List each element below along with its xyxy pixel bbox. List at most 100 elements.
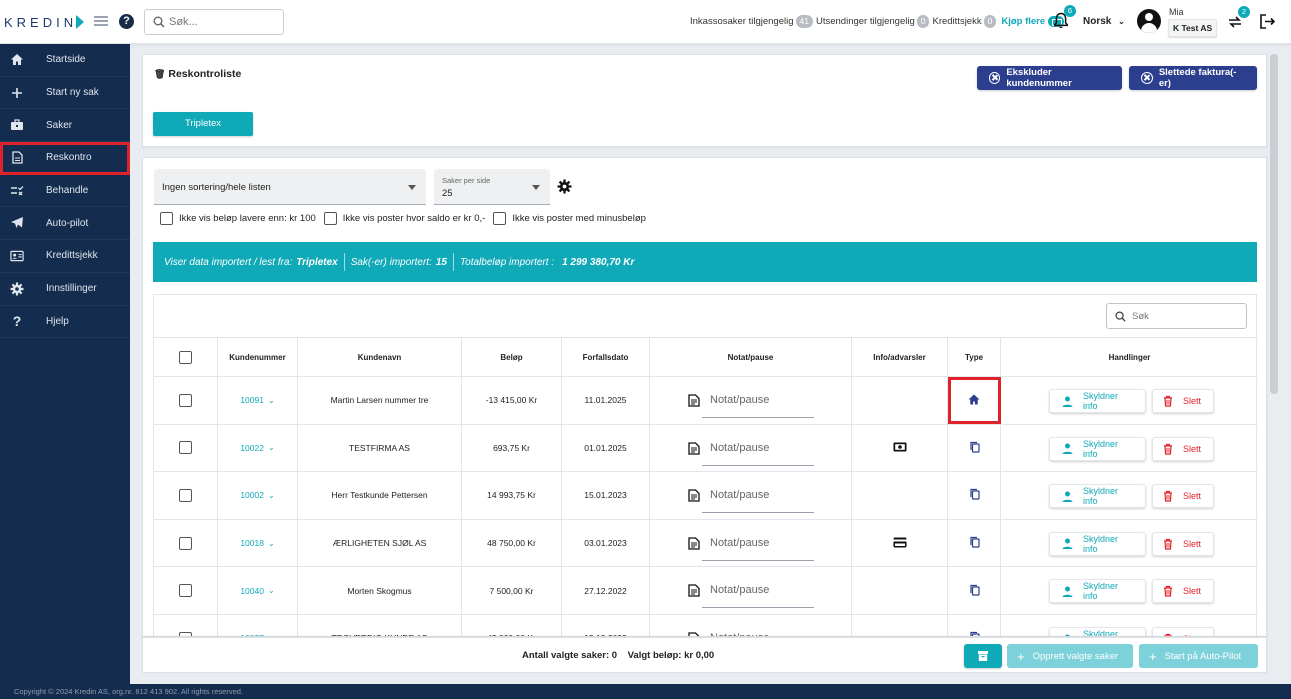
settings-gear-icon[interactable] bbox=[557, 179, 572, 194]
note-input[interactable]: Notat/pause bbox=[702, 578, 814, 609]
note-input[interactable]: Notat/pause bbox=[702, 388, 814, 418]
search-icon bbox=[1115, 310, 1126, 322]
note-input[interactable]: Notat/pause bbox=[702, 483, 814, 514]
customer-number-link[interactable]: 10040 bbox=[240, 586, 264, 596]
top-search-input[interactable] bbox=[169, 16, 269, 28]
delete-button[interactable]: Slett bbox=[1152, 531, 1214, 556]
customer-number-cell[interactable]: 10027⌄ bbox=[218, 615, 298, 636]
sort-select[interactable]: Ingen sortering/hele listen bbox=[154, 169, 426, 205]
customer-number-cell[interactable]: 10002 ⌄ bbox=[218, 472, 298, 519]
row-checkbox[interactable] bbox=[179, 584, 192, 598]
checkbox[interactable] bbox=[160, 212, 173, 225]
note-document-icon bbox=[688, 394, 700, 407]
delete-button[interactable]: Slett bbox=[1152, 579, 1214, 604]
debtor-info-button[interactable]: Skyldner info bbox=[1049, 484, 1146, 509]
customer-number-cell[interactable]: 10040 ⌄ bbox=[218, 567, 298, 614]
filter-negative[interactable]: Ikke vis poster med minusbeløp bbox=[493, 212, 646, 225]
type-cell bbox=[948, 615, 1001, 636]
customer-number-cell[interactable]: 10022 ⌄ bbox=[218, 424, 298, 472]
customer-name-cell: Herr Testkunde Pettersen bbox=[298, 472, 462, 519]
import-info-banner: Viser data importert / lest fra: Triplet… bbox=[153, 242, 1257, 282]
page-scrollbar[interactable] bbox=[1270, 54, 1278, 394]
delete-button[interactable]: Slett bbox=[1152, 436, 1214, 461]
row-checkbox[interactable] bbox=[179, 536, 192, 550]
chevron-down-icon[interactable]: ⌄ bbox=[268, 491, 275, 500]
help-icon[interactable]: ? bbox=[119, 14, 134, 29]
language-select[interactable]: Norsk ⌄ bbox=[1083, 16, 1125, 27]
chevron-down-icon[interactable]: ⌄ bbox=[268, 396, 275, 405]
row-checkbox[interactable] bbox=[179, 441, 192, 455]
tab-tripletex[interactable]: Tripletex bbox=[153, 112, 253, 136]
delete-label: Slett bbox=[1182, 491, 1201, 502]
per-page-select[interactable]: Saker per side 25 bbox=[434, 169, 550, 205]
logout-icon[interactable] bbox=[1259, 13, 1276, 30]
avatar[interactable] bbox=[1137, 9, 1161, 33]
chevron-down-icon[interactable]: ⌄ bbox=[268, 586, 275, 595]
delete-button[interactable]: Slett bbox=[1152, 484, 1214, 509]
debtor-info-button[interactable]: Skyldner info bbox=[1049, 579, 1146, 604]
debtor-info-button[interactable]: Skyldner info bbox=[1049, 627, 1146, 636]
customer-number-link[interactable]: 10018 bbox=[240, 538, 264, 548]
exclude-customer-button[interactable]: Ekskluder kundenummer bbox=[977, 66, 1122, 90]
note-input[interactable]: Notat/pause bbox=[702, 436, 814, 466]
filter-zero-balance[interactable]: Ikke vis poster hvor saldo er kr 0,- bbox=[323, 212, 485, 225]
chevron-down-icon[interactable]: ⌄ bbox=[268, 443, 275, 452]
home-icon[interactable] bbox=[968, 394, 980, 407]
note-input[interactable]: Notat/pause bbox=[702, 531, 814, 561]
sidebar-item-kredittsjekk[interactable]: Kredittsjekk bbox=[0, 240, 130, 273]
company-chip[interactable]: K Test AS bbox=[1168, 19, 1218, 37]
money-icon[interactable] bbox=[893, 442, 907, 454]
debtor-info-button[interactable]: Skyldner info bbox=[1049, 389, 1146, 413]
sidebar-item-auto-pilot[interactable]: Auto-pilot bbox=[0, 207, 130, 241]
sidebar-item-startside[interactable]: Startside bbox=[0, 44, 130, 77]
sidebar-item-label: Saker bbox=[46, 119, 73, 131]
checkbox[interactable] bbox=[323, 212, 337, 225]
sidebar-item-hjelp[interactable]: ? Hjelp bbox=[0, 306, 130, 339]
customer-number-link[interactable]: 10022 bbox=[240, 443, 264, 453]
row-checkbox[interactable] bbox=[179, 488, 192, 502]
select-all-checkbox[interactable] bbox=[179, 350, 192, 364]
sidebar-item-behandle[interactable]: Behandle bbox=[0, 175, 130, 208]
sidebar-item-start-ny-sak[interactable]: Start ny sak bbox=[0, 77, 130, 110]
note-input[interactable]: Notat/pause bbox=[702, 626, 814, 636]
copy-icon[interactable] bbox=[969, 584, 980, 598]
stat-kredittsjekk-label: Kredittsjekk bbox=[932, 16, 982, 27]
checkbox[interactable] bbox=[493, 212, 507, 225]
sidebar-item-innstillinger[interactable]: Innstillinger bbox=[0, 273, 130, 306]
top-search-box[interactable] bbox=[144, 9, 284, 35]
copy-icon[interactable] bbox=[969, 488, 980, 502]
customer-number-cell[interactable]: 10018 ⌄ bbox=[218, 519, 298, 567]
header-forfallsdato[interactable]: Forfallsdato bbox=[562, 338, 650, 376]
start-autopilot-button[interactable]: + Start på Auto-Pilot bbox=[1139, 644, 1258, 668]
customer-number-cell[interactable]: 10091 ⌄ bbox=[218, 377, 298, 424]
create-selected-cases-button[interactable]: + Opprett valgte saker bbox=[1007, 644, 1133, 668]
debtor-info-button[interactable]: Skyldner info bbox=[1049, 531, 1146, 556]
deleted-invoices-button[interactable]: Slettede faktura(-er) bbox=[1129, 66, 1257, 90]
buy-more-link[interactable]: Kjøp flere bbox=[1001, 16, 1045, 27]
filter-min-amount[interactable]: Ikke vis beløp lavere enn: kr 100 bbox=[160, 212, 316, 225]
delete-button[interactable]: Slett bbox=[1152, 627, 1214, 636]
menu-toggle-icon[interactable] bbox=[94, 16, 108, 27]
header-kundenummer[interactable]: Kundenummer bbox=[218, 338, 298, 376]
reskontro-table: Kundenummer Kundenavn Beløp Forfallsdato… bbox=[153, 294, 1258, 636]
table-row: 10002 ⌄ Herr Testkunde Pettersen 14 993,75 … bbox=[154, 472, 1258, 520]
table-search-input[interactable] bbox=[1132, 310, 1242, 322]
copy-icon[interactable] bbox=[969, 441, 980, 455]
sidebar-item-saker[interactable]: Saker bbox=[0, 109, 130, 143]
chevron-down-icon[interactable]: ⌄ bbox=[268, 539, 275, 548]
gear-icon bbox=[10, 282, 24, 296]
header-kundenavn[interactable]: Kundenavn bbox=[298, 338, 462, 376]
header-belop[interactable]: Beløp bbox=[462, 338, 562, 376]
sidebar-item-reskontro[interactable]: Reskontro bbox=[0, 142, 130, 175]
archive-button[interactable] bbox=[964, 644, 1002, 668]
debtor-info-button[interactable]: Skyldner info bbox=[1049, 436, 1146, 461]
customer-number-link[interactable]: 10002 bbox=[240, 490, 264, 500]
table-search-box[interactable] bbox=[1106, 303, 1247, 329]
delete-button[interactable]: Slett bbox=[1152, 389, 1214, 413]
row-checkbox[interactable] bbox=[179, 393, 192, 407]
copy-icon[interactable] bbox=[969, 536, 980, 550]
debtor-info-label: Skyldner info bbox=[1083, 533, 1119, 554]
credit-card-icon[interactable] bbox=[893, 537, 907, 550]
customer-number-link[interactable]: 10091 bbox=[240, 395, 264, 405]
kredin-logo[interactable]: KREDIN bbox=[4, 13, 85, 31]
